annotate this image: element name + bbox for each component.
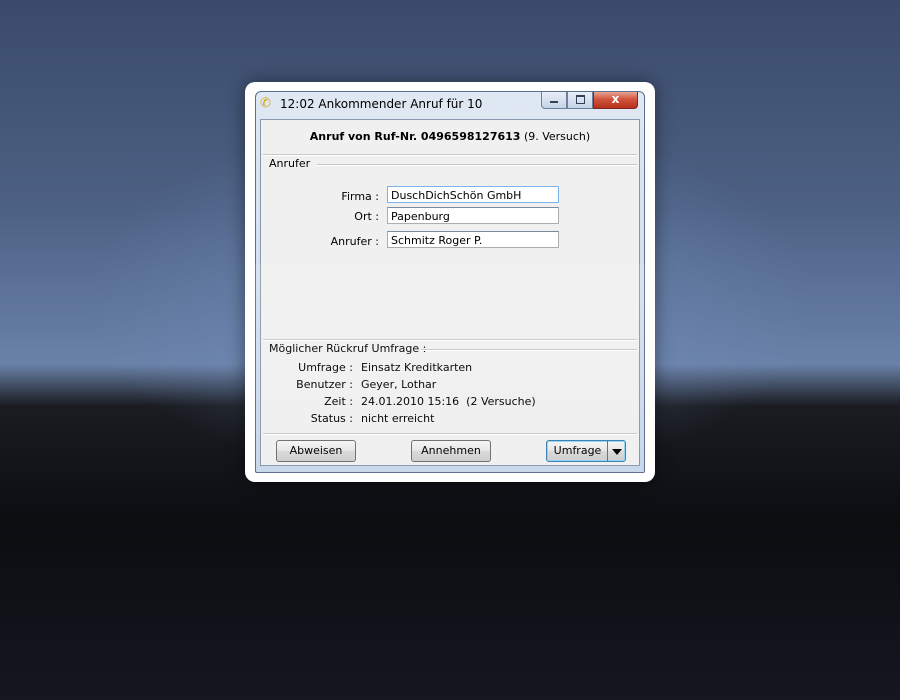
anrufer-label: Anrufer : bbox=[330, 235, 379, 248]
caller-group-title: Anrufer bbox=[269, 157, 311, 170]
caller-number: Anruf von Ruf-Nr. 0496598127613 bbox=[309, 130, 521, 143]
maximize-button[interactable] bbox=[567, 92, 593, 109]
call-heading: Anruf von Ruf-Nr. 0496598127613 (9. Vers… bbox=[261, 130, 639, 143]
divider bbox=[317, 164, 637, 166]
window-reflection bbox=[245, 264, 655, 482]
desktop-background: ✆ 12:02 Ankommender Anruf für 10 x Anruf… bbox=[0, 0, 900, 700]
caption-buttons: x bbox=[541, 92, 638, 110]
phone-icon: ✆ bbox=[260, 96, 271, 111]
attempt-count: (9. Versuch) bbox=[523, 130, 591, 143]
ort-field[interactable]: Papenburg bbox=[387, 207, 559, 224]
close-button[interactable]: x bbox=[593, 92, 638, 109]
firma-field[interactable]: DuschDichSchön GmbH bbox=[387, 186, 559, 203]
title-bar[interactable]: ✆ 12:02 Ankommender Anruf für 10 x bbox=[256, 92, 644, 118]
firma-label: Firma : bbox=[341, 190, 379, 203]
minimize-button[interactable] bbox=[541, 92, 567, 109]
ort-label: Ort : bbox=[354, 210, 379, 223]
anrufer-field[interactable]: Schmitz Roger P. bbox=[387, 231, 559, 248]
close-icon: x bbox=[611, 92, 620, 106]
window-title: 12:02 Ankommender Anruf für 10 bbox=[280, 97, 483, 111]
divider bbox=[263, 154, 637, 156]
